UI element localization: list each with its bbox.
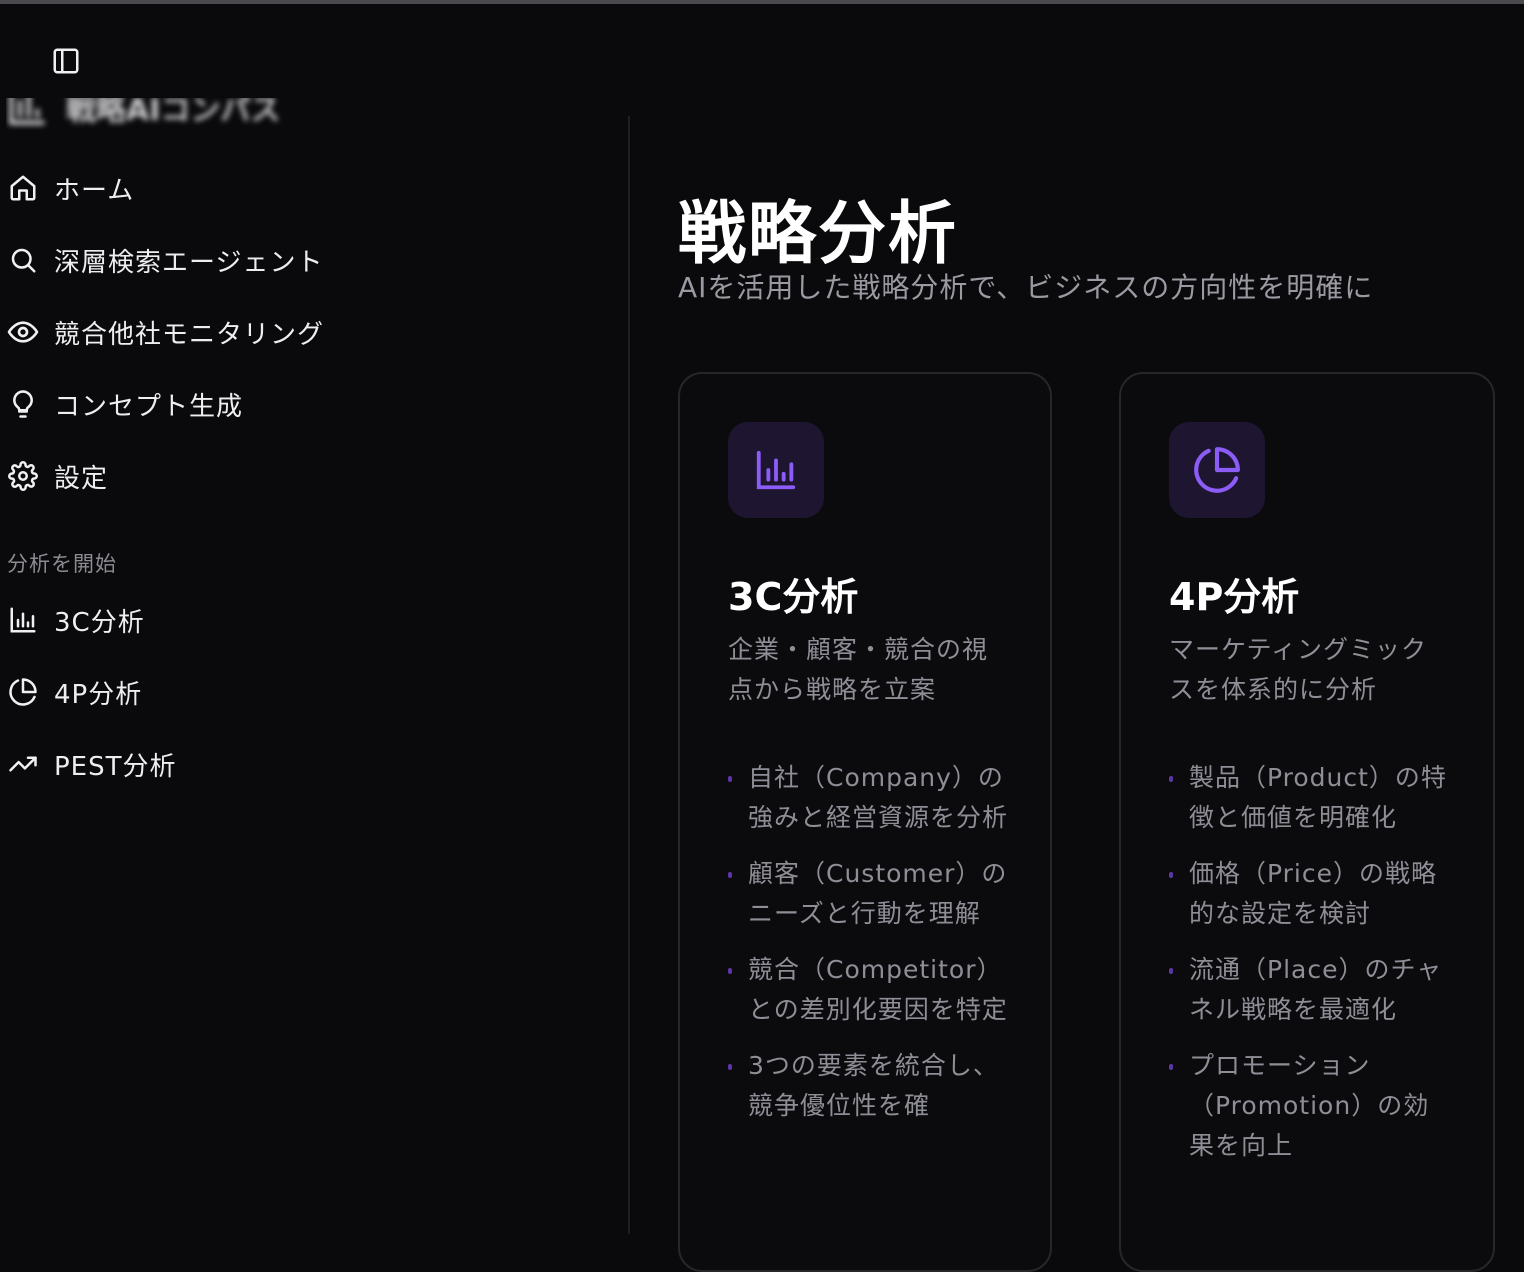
home-icon xyxy=(6,171,40,205)
sidebar-item-deep-search[interactable]: 深層検索エージェント xyxy=(6,240,323,280)
sidebar-item-3c-analysis[interactable]: 3C分析 xyxy=(6,600,145,640)
sidebar-toggle-icon xyxy=(53,48,79,74)
list-item: 製品（Product）の特徴と価値を明確化 xyxy=(1169,758,1449,838)
window-top-border xyxy=(0,0,1524,4)
list-item: 価格（Price）の戦略的な設定を検討 xyxy=(1169,854,1449,934)
page-subtitle: AIを活用した戦略分析で、ビジネスの方向性を明確に xyxy=(678,271,1374,304)
sidebar-item-concept-generation[interactable]: コンセプト生成 xyxy=(6,384,243,424)
analysis-card-4p[interactable]: 4P分析 マーケティングミックスを体系的に分析 製品（Product）の特徴と価… xyxy=(1119,372,1495,1272)
card-point-list: 製品（Product）の特徴と価値を明確化 価格（Price）の戦略的な設定を検… xyxy=(1169,758,1449,1182)
bar-chart-icon xyxy=(6,603,40,637)
sidebar-divider xyxy=(628,116,630,1234)
bar-chart-icon xyxy=(756,450,796,490)
sidebar-item-label: 深層検索エージェント xyxy=(54,247,324,278)
app-name: 戦略AIコンパス xyxy=(66,93,281,128)
list-item: 競合（Competitor）との差別化要因を特定 xyxy=(728,950,1008,1030)
card-icon-tile xyxy=(1169,422,1265,518)
sidebar-item-competitor-monitoring[interactable]: 競合他社モニタリング xyxy=(6,312,324,352)
sidebar-item-label: PEST分析 xyxy=(54,751,177,782)
analysis-card-3c[interactable]: 3C分析 企業・顧客・競合の視点から戦略を立案 自社（Company）の強みと経… xyxy=(678,372,1052,1272)
list-item: 顧客（Customer）のニーズと行動を理解 xyxy=(728,854,1008,934)
card-description: 企業・顧客・競合の視点から戦略を立案 xyxy=(728,635,989,704)
sidebar-item-pest-analysis[interactable]: PEST分析 xyxy=(6,744,177,784)
gear-icon xyxy=(6,459,40,493)
sidebar-item-label: 設定 xyxy=(54,463,109,494)
card-icon-tile xyxy=(728,422,824,518)
search-icon xyxy=(6,243,40,277)
eye-icon xyxy=(6,315,40,349)
sidebar-toggle-button[interactable] xyxy=(46,42,86,80)
app-logo[interactable]: 戦略AIコンパス xyxy=(6,93,336,130)
card-point-list: 自社（Company）の強みと経営資源を分析 顧客（Customer）のニーズと… xyxy=(728,758,1008,1142)
logo-chart-icon xyxy=(9,98,45,125)
card-description: マーケティングミックスを体系的に分析 xyxy=(1169,635,1428,704)
card-title: 4P分析 xyxy=(1169,575,1300,619)
page-title: 戦略分析 xyxy=(678,195,959,274)
pie-chart-icon xyxy=(1194,447,1240,493)
sidebar-item-home[interactable]: ホーム xyxy=(6,168,134,208)
list-item: プロモーション（Promotion）の効果を向上 xyxy=(1169,1046,1449,1166)
sidebar-item-label: コンセプト生成 xyxy=(54,391,244,422)
sidebar-item-label: 4P分析 xyxy=(54,679,143,710)
sidebar-item-label: 競合他社モニタリング xyxy=(54,319,325,350)
sidebar-item-settings[interactable]: 設定 xyxy=(6,456,108,496)
trending-up-icon xyxy=(6,747,40,781)
pie-chart-icon xyxy=(6,675,40,709)
list-item: 流通（Place）のチャネル戦略を最適化 xyxy=(1169,950,1449,1030)
list-item: 3つの要素を統合し、競争優位性を確 xyxy=(728,1046,1008,1126)
card-title: 3C分析 xyxy=(728,575,859,619)
sidebar-item-label: 3C分析 xyxy=(54,607,145,638)
sidebar-item-4p-analysis[interactable]: 4P分析 xyxy=(6,672,142,712)
list-item: 自社（Company）の強みと経営資源を分析 xyxy=(728,758,1008,838)
sidebar-section-label: 分析を開始 xyxy=(7,552,117,576)
sidebar-item-label: ホーム xyxy=(54,175,135,206)
lightbulb-icon xyxy=(6,387,40,421)
